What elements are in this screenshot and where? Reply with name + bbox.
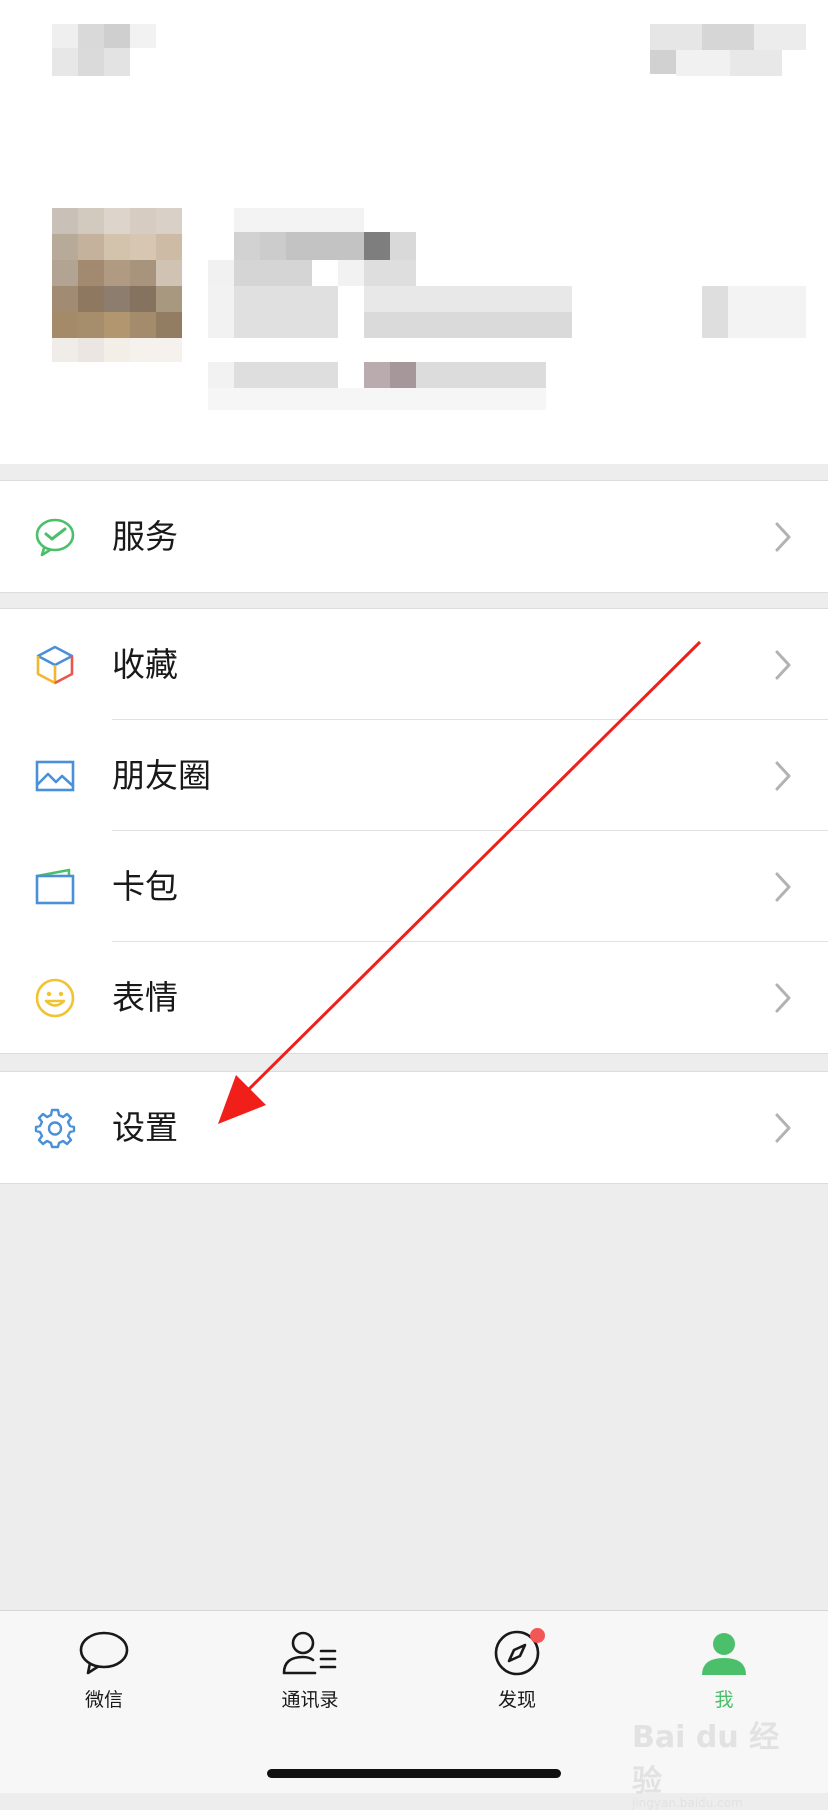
chevron-right-icon [775, 761, 791, 791]
tab-label-chats: 微信 [84, 1689, 123, 1711]
tab-label-me: 我 [714, 1689, 734, 1711]
card-wallet-icon [35, 868, 75, 905]
menu-item-moments[interactable]: 朋友圈 [0, 720, 828, 831]
tab-label-contacts: 通讯录 [281, 1689, 339, 1711]
smiley-icon [35, 978, 75, 1018]
menu-label-stickers: 表情 [112, 978, 178, 1017]
chevron-right-icon [775, 522, 791, 552]
menu-item-services[interactable]: 服务 [0, 481, 828, 592]
tab-discover[interactable]: 发现 [457, 1628, 577, 1739]
menu-label-services: 服务 [112, 517, 178, 556]
notification-dot [530, 1628, 545, 1643]
menu-item-stickers[interactable]: 表情 [0, 942, 828, 1053]
menu-item-favorites[interactable]: 收藏 [0, 609, 828, 720]
contacts-icon [282, 1631, 337, 1675]
person-icon [702, 1633, 746, 1675]
picture-icon [35, 760, 75, 792]
menu-item-settings[interactable]: 设置 [0, 1072, 828, 1183]
watermark-subtext: jingyan.baidu.com [632, 1796, 743, 1810]
menu-label-favorites: 收藏 [112, 645, 178, 684]
cube-icon [36, 645, 74, 685]
gear-icon [34, 1108, 76, 1149]
baidu-watermark: Bai du 经验 jingyan.baidu.com [632, 1712, 802, 1810]
tab-label-discover: 发现 [497, 1689, 536, 1711]
chevron-right-icon [775, 872, 791, 902]
tab-chats[interactable]: 微信 [44, 1629, 164, 1739]
chevron-right-icon [775, 1113, 791, 1143]
menu-item-cards[interactable]: 卡包 [0, 831, 828, 942]
chevron-right-icon [775, 983, 791, 1013]
profile-header[interactable] [0, 0, 828, 464]
home-indicator [267, 1769, 561, 1778]
settings-section: 设置 [0, 1071, 828, 1184]
chat-bubble-icon [79, 1631, 129, 1675]
chevron-right-icon [775, 650, 791, 680]
tab-contacts[interactable]: 通讯录 [250, 1629, 370, 1739]
menu-label-cards: 卡包 [112, 867, 178, 906]
services-section: 服务 [0, 480, 828, 593]
wechat-pay-icon [35, 518, 75, 557]
menu-label-settings: 设置 [112, 1108, 178, 1147]
features-section: 收藏 朋友圈 卡包 表情 [0, 608, 828, 1054]
menu-label-moments: 朋友圈 [112, 756, 211, 795]
